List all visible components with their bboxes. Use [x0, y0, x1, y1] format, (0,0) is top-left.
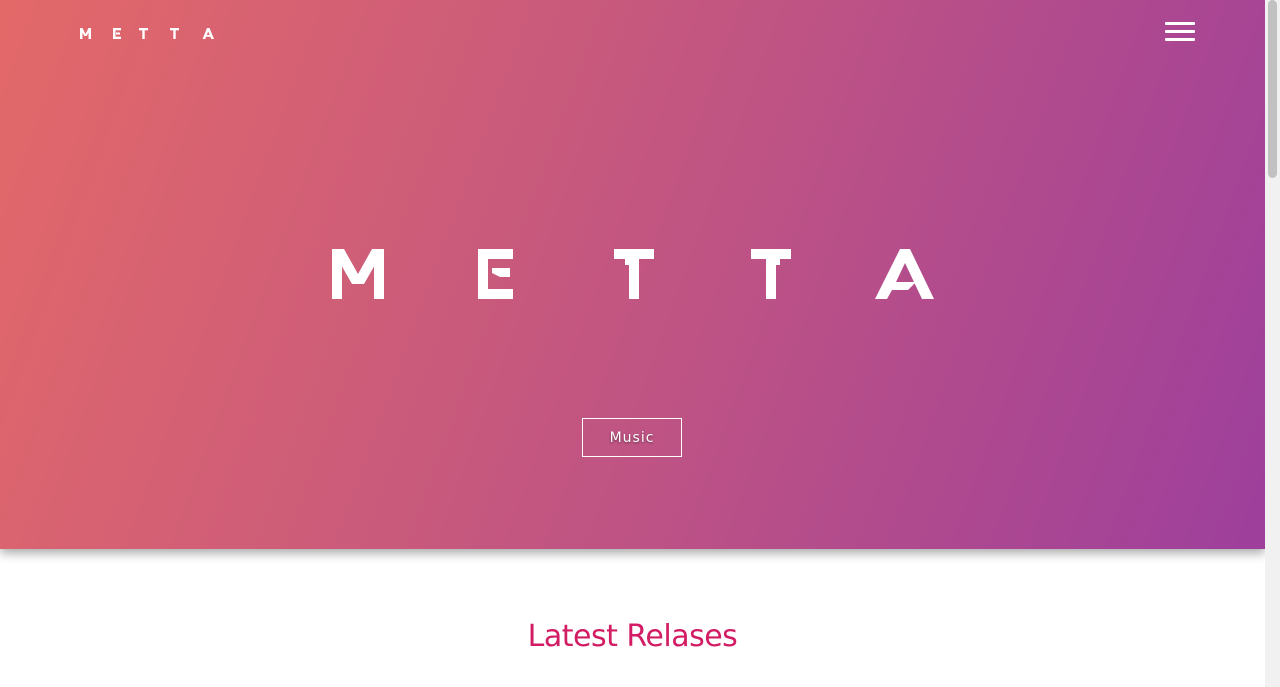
site-logo[interactable] — [80, 24, 214, 42]
metta-logo-small — [80, 28, 214, 39]
metta-logo-large — [332, 249, 934, 299]
scrollbar-thumb[interactable] — [1268, 0, 1277, 178]
page: Music Latest Relases — [0, 0, 1265, 687]
menu-bar — [1165, 22, 1195, 25]
hero-section: Music — [0, 0, 1265, 549]
hero-logo — [330, 246, 936, 300]
hamburger-menu-icon[interactable] — [1160, 18, 1200, 46]
menu-bar — [1165, 38, 1195, 41]
page-scrollbar[interactable] — [1265, 0, 1280, 687]
music-button[interactable]: Music — [582, 418, 682, 457]
latest-releases-title: Latest Relases — [527, 619, 738, 654]
menu-bar — [1165, 30, 1195, 33]
